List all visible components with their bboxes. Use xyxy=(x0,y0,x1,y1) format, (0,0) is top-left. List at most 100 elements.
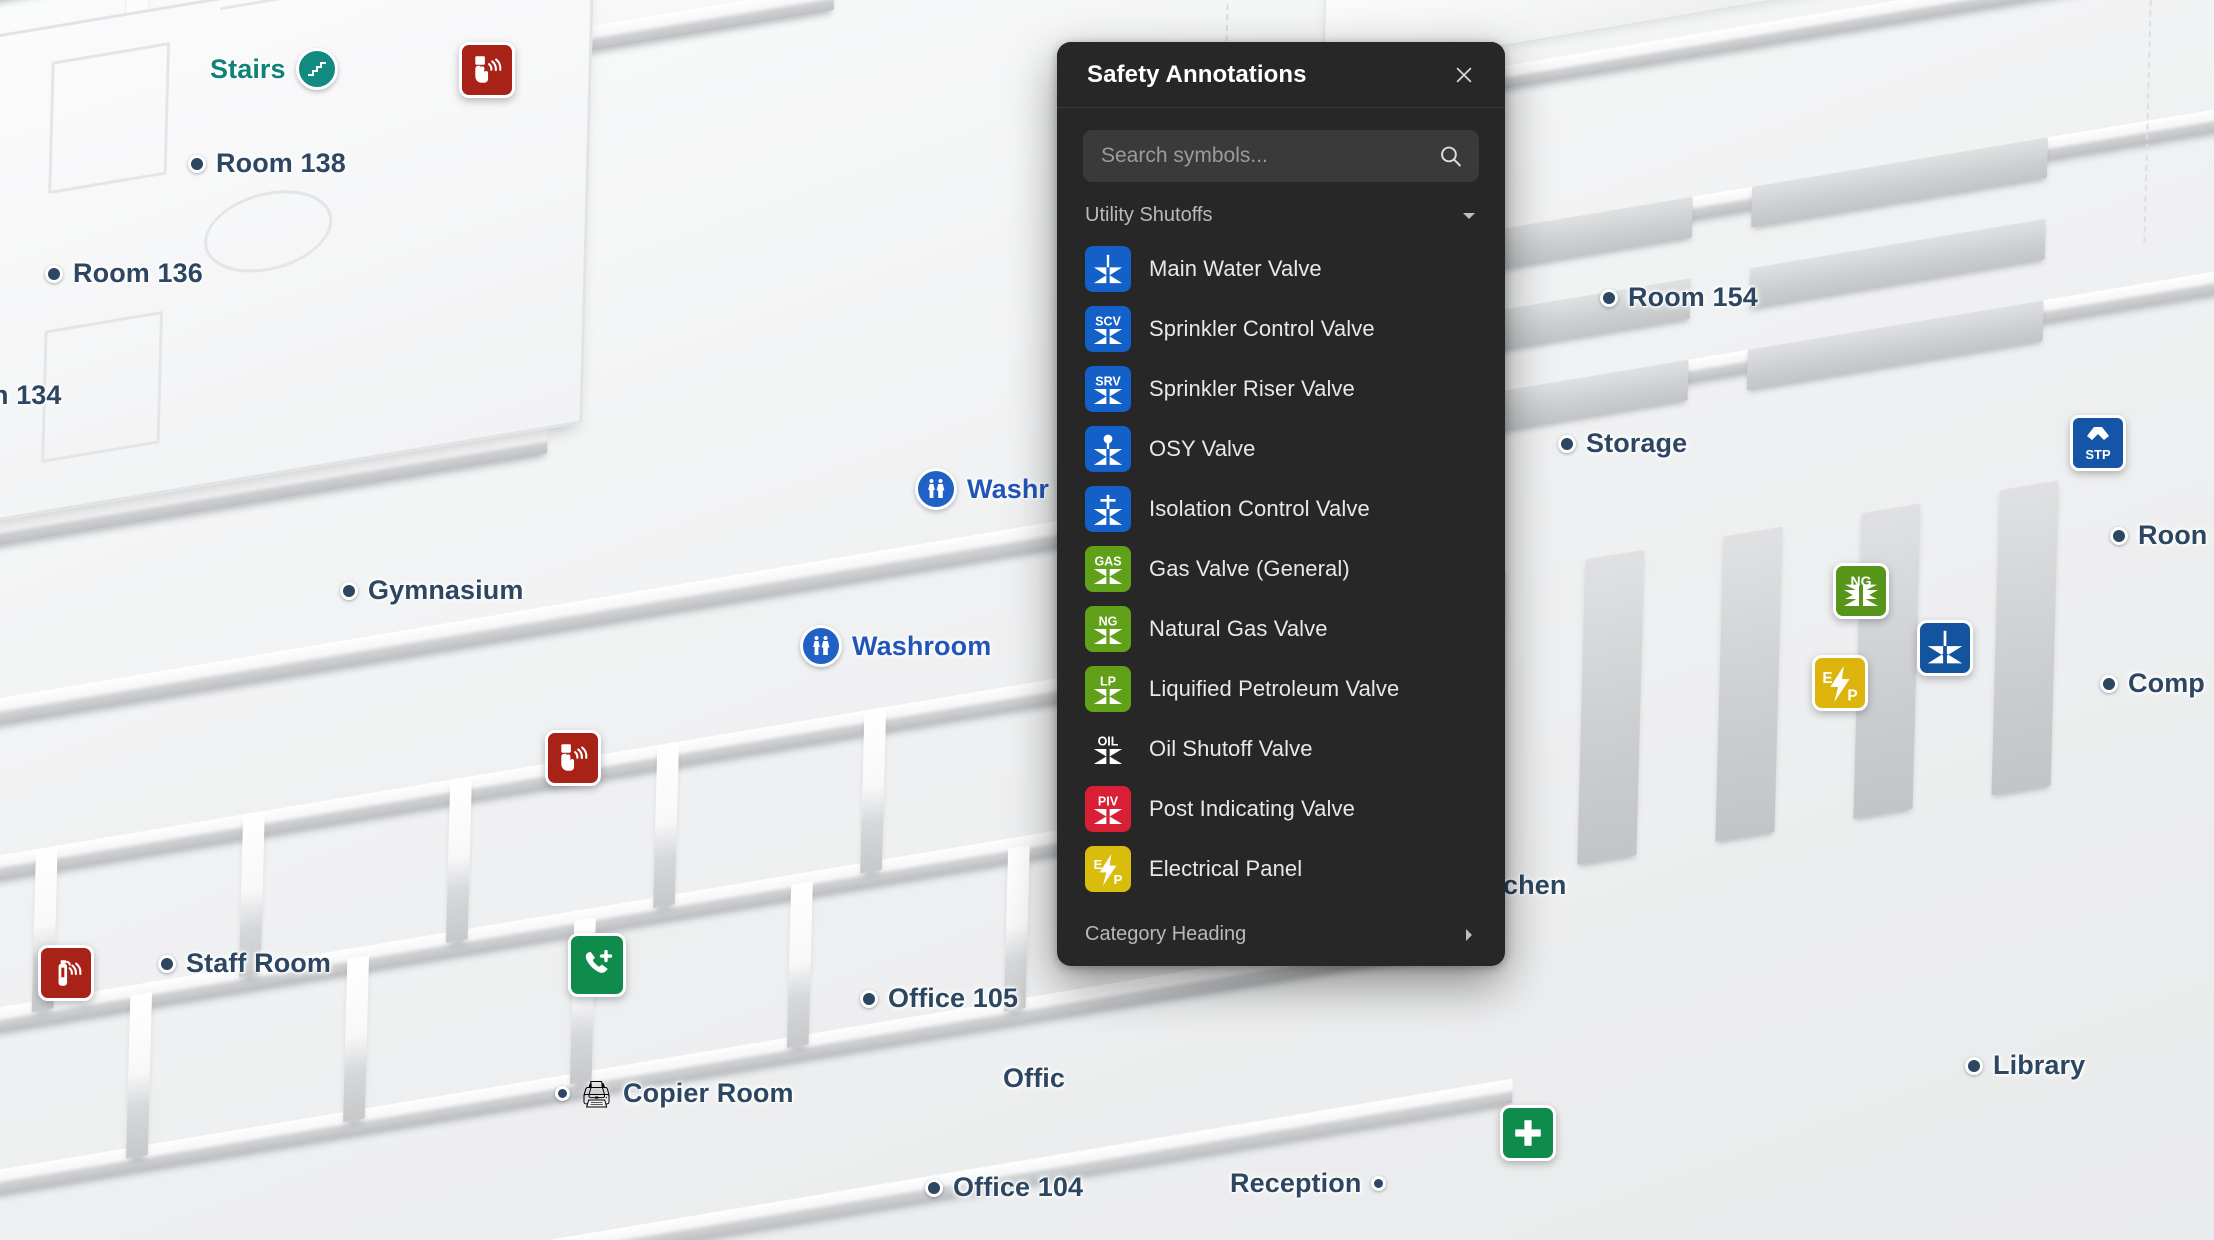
map-pin-dot xyxy=(45,264,63,283)
map-label-office-106[interactable]: Offic xyxy=(1003,1063,1065,1094)
symbol-item-liquified-petroleum-valve[interactable]: LP Liquified Petroleum Valve xyxy=(1083,659,1479,719)
map-label-room-138[interactable]: Room 138 xyxy=(188,148,346,179)
valve-code-label: SRV xyxy=(1095,375,1121,389)
map-marker-fire-alarm-pull-2[interactable] xyxy=(545,730,601,786)
valve-main-water-icon xyxy=(1927,630,1963,664)
floorplan-annotation-app: Stairs Room 138 Room 136 n 134 Gymnasium xyxy=(0,0,2214,1240)
symbol-item-main-water-valve[interactable]: Main Water Valve xyxy=(1083,239,1479,299)
safety-annotations-panel: Safety Annotations Utility Shutoffs xyxy=(1057,42,1505,966)
map-label-kitchen[interactable]: chen xyxy=(1503,870,1566,901)
category-label: Category Heading xyxy=(1085,923,1247,945)
map-label-office-105[interactable]: Office 105 xyxy=(860,983,1018,1014)
map-pin-dot xyxy=(860,989,878,1008)
chevron-down-icon[interactable] xyxy=(1461,208,1477,224)
symbol-label: OSY Valve xyxy=(1149,436,1256,461)
map-label-staff-room[interactable]: Staff Room xyxy=(158,948,331,979)
valve-oil-icon: OIL xyxy=(1085,726,1131,772)
map-pin-dot xyxy=(1371,1176,1387,1191)
map-pin-dot xyxy=(1965,1056,1983,1075)
map-pin-dot xyxy=(340,581,358,600)
standpipe-code-label: STP xyxy=(2085,447,2111,462)
symbol-label: Liquified Petroleum Valve xyxy=(1149,676,1400,701)
valve-isolation-icon xyxy=(1085,486,1131,532)
search-input[interactable] xyxy=(1101,130,1427,182)
category-header-utility-shutoffs[interactable]: Utility Shutoffs xyxy=(1083,182,1479,239)
symbol-item-sprinkler-control-valve[interactable]: SCV Sprinkler Control Valve xyxy=(1083,299,1479,359)
emergency-phone-icon xyxy=(585,949,613,973)
map-label-washroom-1[interactable]: Washr xyxy=(915,468,1049,510)
symbol-item-osy-valve[interactable]: OSY Valve xyxy=(1083,419,1479,479)
electrical-panel-icon: E P xyxy=(1822,665,1858,704)
map-label-room-136[interactable]: Room 136 xyxy=(45,258,203,289)
symbol-list: Main Water Valve SCV Sprinkler Control V… xyxy=(1083,239,1479,905)
printer-icon: 🖨 xyxy=(580,1078,614,1109)
valve-srv-icon: SRV xyxy=(1085,366,1131,412)
map-marker-natural-gas[interactable]: NG xyxy=(1833,563,1889,619)
svg-text:E: E xyxy=(1822,670,1832,687)
valve-code-label: PIV xyxy=(1098,795,1119,809)
map-label-washroom-2[interactable]: Washroom xyxy=(800,625,991,667)
washroom-icon xyxy=(915,468,957,510)
svg-text:E: E xyxy=(1094,857,1103,872)
valve-code-label: GAS xyxy=(1094,555,1121,569)
map-marker-fire-alarm-pull-1[interactable] xyxy=(459,42,515,98)
map-marker-fire-extinguisher[interactable] xyxy=(38,945,94,1001)
symbol-item-oil-shutoff-valve[interactable]: OIL Oil Shutoff Valve xyxy=(1083,719,1479,779)
map-label-reception[interactable]: Reception xyxy=(1230,1168,1387,1199)
valve-code-label: LP xyxy=(1100,675,1116,689)
map-label-gymnasium[interactable]: Gymnasium xyxy=(340,575,523,606)
symbol-label: Electrical Panel xyxy=(1149,856,1303,881)
map-label-stairs[interactable]: Stairs xyxy=(210,48,338,90)
valve-lp-icon: LP xyxy=(1085,666,1131,712)
valve-main-water-icon xyxy=(1085,246,1131,292)
map-label-office-104[interactable]: Office 104 xyxy=(925,1172,1083,1203)
fire-alarm-pull-icon xyxy=(561,744,588,771)
map-pin-dot xyxy=(188,154,206,173)
map-label-computer[interactable]: Comp xyxy=(2100,668,2205,699)
symbol-label: Oil Shutoff Valve xyxy=(1149,736,1313,761)
map-label-room-134[interactable]: n 134 xyxy=(0,380,62,411)
map-marker-emergency-phone[interactable] xyxy=(568,933,626,997)
map-pin-dot xyxy=(2110,526,2128,545)
close-icon[interactable] xyxy=(1447,58,1481,92)
valve-piv-icon: PIV xyxy=(1085,786,1131,832)
map-pin-dot xyxy=(925,1178,943,1197)
map-label-storage[interactable]: Storage xyxy=(1558,428,1687,459)
symbol-item-sprinkler-riser-valve[interactable]: SRV Sprinkler Riser Valve xyxy=(1083,359,1479,419)
panel-title: Safety Annotations xyxy=(1087,60,1307,88)
category-header-collapsed[interactable]: Category Heading xyxy=(1083,905,1479,966)
symbol-item-natural-gas-valve[interactable]: NG Natural Gas Valve xyxy=(1083,599,1479,659)
symbol-label: Isolation Control Valve xyxy=(1149,496,1370,521)
panel-body: Utility Shutoffs Main Water Valve xyxy=(1057,108,1505,966)
symbol-item-gas-valve-general[interactable]: GAS Gas Valve (General) xyxy=(1083,539,1479,599)
search-symbols-field[interactable] xyxy=(1083,130,1479,182)
symbol-label: Sprinkler Riser Valve xyxy=(1149,376,1355,401)
symbol-label: Natural Gas Valve xyxy=(1149,616,1328,641)
svg-text:P: P xyxy=(1114,872,1123,887)
chevron-right-icon[interactable] xyxy=(1461,927,1477,943)
map-marker-main-water-valve[interactable] xyxy=(1917,620,1973,676)
map-label-library[interactable]: Library xyxy=(1965,1050,2085,1081)
map-label-copier-room[interactable]: 🖨 Copier Room xyxy=(555,1078,794,1109)
valve-code-label: NG xyxy=(1099,615,1118,629)
map-marker-electrical-panel[interactable]: E P xyxy=(1812,655,1868,711)
map-marker-standpipe[interactable]: STP xyxy=(2070,415,2126,471)
valve-osy-icon xyxy=(1085,426,1131,472)
symbol-item-post-indicating-valve[interactable]: PIV Post Indicating Valve xyxy=(1083,779,1479,839)
valve-ng-icon: NG xyxy=(1085,606,1131,652)
electrical-panel-icon: E P xyxy=(1085,846,1131,892)
panel-header: Safety Annotations xyxy=(1057,42,1505,108)
symbol-label: Post Indicating Valve xyxy=(1149,796,1355,821)
symbol-label: Sprinkler Control Valve xyxy=(1149,316,1375,341)
valve-gas-icon: GAS xyxy=(1085,546,1131,592)
symbol-item-electrical-panel[interactable]: E P Electrical Panel xyxy=(1083,839,1479,899)
map-pin-dot xyxy=(1600,288,1618,307)
map-label-room-right[interactable]: Roon xyxy=(2110,520,2207,551)
fire-alarm-pull-icon xyxy=(475,56,502,83)
fire-extinguisher-icon xyxy=(58,960,82,986)
map-marker-first-aid[interactable] xyxy=(1500,1105,1556,1161)
symbol-item-isolation-control-valve[interactable]: Isolation Control Valve xyxy=(1083,479,1479,539)
map-label-room-154[interactable]: Room 154 xyxy=(1600,282,1758,313)
washroom-icon xyxy=(800,625,842,667)
search-icon[interactable] xyxy=(1438,144,1463,169)
